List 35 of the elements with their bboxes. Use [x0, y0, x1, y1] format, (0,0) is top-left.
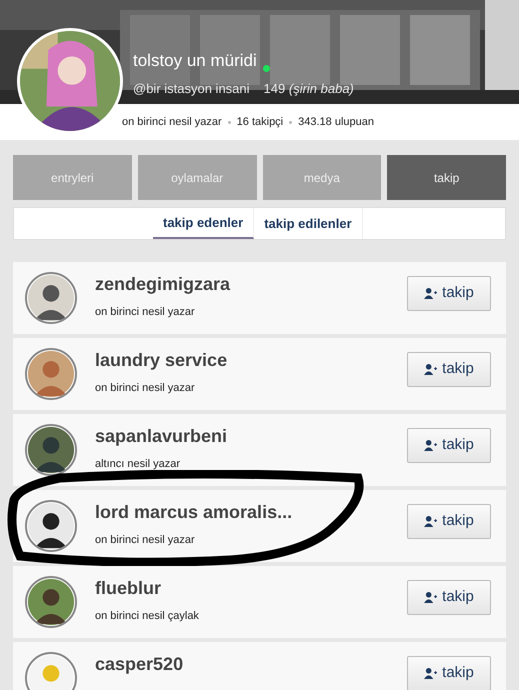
follower-count: 16 takipçi [236, 114, 284, 130]
user-rank: on birinci nesil yazar [95, 381, 196, 396]
follow-button[interactable]: takip [407, 580, 491, 615]
user-row[interactable]: sapanlavurbeni altıncı nesil yazar takip [13, 414, 506, 486]
sub-tab[interactable]: takip edilenler [254, 208, 363, 239]
user-row[interactable]: casper520 takip [13, 642, 506, 690]
follow-button[interactable]: takip [407, 504, 491, 539]
follow-button[interactable]: takip [407, 276, 491, 311]
sub-tab[interactable]: takip edenler [153, 208, 254, 239]
user-row[interactable]: lord marcus amoralis... on birinci nesil yazar takip [13, 490, 506, 562]
profile-rank: on birinci nesil yazar [122, 114, 222, 130]
follow-button[interactable]: takip [407, 352, 491, 387]
follow-button[interactable]: takip [407, 656, 491, 690]
user-name: lord marcus amoralis... [95, 501, 294, 524]
user-row[interactable]: flueblur on birinci nesil çaylak takip [13, 566, 506, 638]
add-user-icon [424, 364, 438, 375]
user-rank: on birinci nesil çaylak [95, 609, 200, 624]
user-row[interactable]: laundry service on birinci nesil yazar takip [13, 338, 506, 410]
follow-button[interactable]: takip [407, 428, 491, 463]
user-name: casper520 [95, 653, 184, 676]
user-rank: on birinci nesil yazar [95, 305, 196, 320]
points: 343.18 ulupuan [298, 114, 374, 130]
user-name: laundry service [95, 349, 228, 372]
add-user-icon [424, 440, 438, 451]
add-user-icon [424, 516, 438, 527]
add-user-icon [424, 592, 438, 603]
tab[interactable]: takip [387, 155, 506, 200]
user-name: flueblur [95, 577, 162, 600]
add-user-icon [424, 668, 438, 679]
user-rank: on birinci nesil yazar [95, 533, 196, 548]
user-row[interactable]: zendegimigzara on birinci nesil yazar takip [13, 262, 506, 334]
user-name: zendegimigzara [95, 273, 232, 296]
user-rank: altıncı nesil yazar [95, 457, 181, 472]
add-user-icon [424, 288, 438, 299]
user-name: sapanlavurbeni [95, 425, 228, 448]
